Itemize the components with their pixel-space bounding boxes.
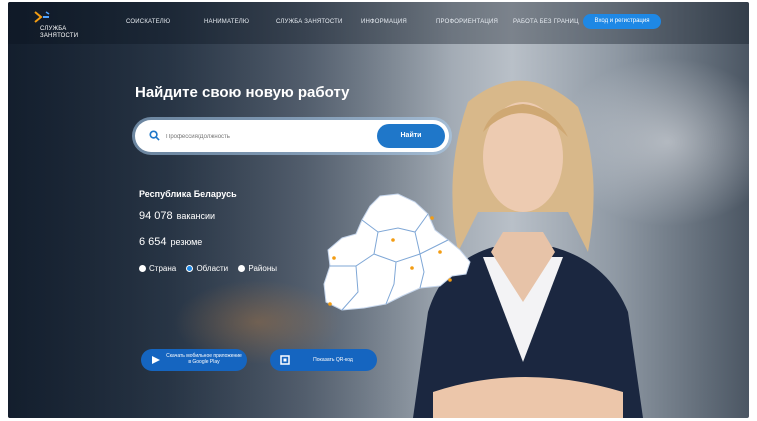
qr-code-label: Показать QR-код <box>313 357 353 363</box>
header: СЛУЖБА ЗАНЯТОСТИ СОИСКАТЕЛЮ НАНИМАТЕЛЮ С… <box>8 2 749 44</box>
site-logo[interactable]: СЛУЖБА ЗАНЯТОСТИ <box>28 10 88 40</box>
vacancies-label: вакансии <box>176 211 216 221</box>
logo-text: СЛУЖБА ЗАНЯТОСТИ <box>40 26 79 39</box>
vacancies-stat[interactable]: 94 078 вакансии <box>139 210 215 222</box>
radio-dot <box>139 265 146 272</box>
logo-arrow-icon <box>34 11 50 23</box>
google-play-button[interactable]: Скачать мобильное приложение в Google Pl… <box>141 349 247 371</box>
radio-country-label: Страна <box>149 264 177 273</box>
hero-section: СЛУЖБА ЗАНЯТОСТИ СОИСКАТЕЛЮ НАНИМАТЕЛЮ С… <box>8 2 749 418</box>
search-bar: Найти <box>135 120 449 152</box>
google-play-label: Скачать мобильное приложение в Google Pl… <box>166 353 242 365</box>
radio-dot-selected <box>186 265 194 272</box>
view-options: Страна Области Районы <box>139 264 285 273</box>
nav-item-employers[interactable]: НАНИМАТЕЛЮ <box>204 19 249 25</box>
google-play-icon <box>152 356 160 364</box>
nav-item-job-seekers[interactable]: СОИСКАТЕЛЮ <box>126 19 170 25</box>
page-title: Найдите свою новую работу <box>135 84 350 101</box>
radio-dot <box>238 265 246 272</box>
search-button[interactable]: Найти <box>377 124 445 148</box>
login-register-button[interactable]: Вход и регистрация <box>583 14 661 29</box>
qr-code-button[interactable]: Показать QR-код <box>270 349 377 371</box>
search-input[interactable] <box>164 129 368 145</box>
region-title: Республика Беларусь <box>139 189 237 199</box>
radio-regions-label: Области <box>196 264 229 273</box>
qr-code-icon <box>280 355 290 365</box>
radio-districts-label: Районы <box>248 264 277 273</box>
nav-item-career-guidance[interactable]: ПРОФОРИЕНТАЦИЯ <box>436 19 498 25</box>
radio-regions[interactable]: Области <box>186 264 228 273</box>
nav-item-employment-service[interactable]: СЛУЖБА ЗАНЯТОСТИ <box>276 19 343 25</box>
nav-item-work-abroad[interactable]: РАБОТА БЕЗ ГРАНИЦ <box>513 19 579 25</box>
resumes-count: 6 654 <box>139 236 167 248</box>
resumes-label: резюме <box>170 237 203 247</box>
belarus-map[interactable] <box>320 192 475 317</box>
radio-country[interactable]: Страна <box>139 264 176 273</box>
search-icon <box>149 130 160 141</box>
nav-item-information[interactable]: ИНФОРМАЦИЯ <box>361 19 407 25</box>
vacancies-count: 94 078 <box>139 210 173 222</box>
resumes-stat[interactable]: 6 654 резюме <box>139 236 202 248</box>
radio-districts[interactable]: Районы <box>238 264 277 273</box>
